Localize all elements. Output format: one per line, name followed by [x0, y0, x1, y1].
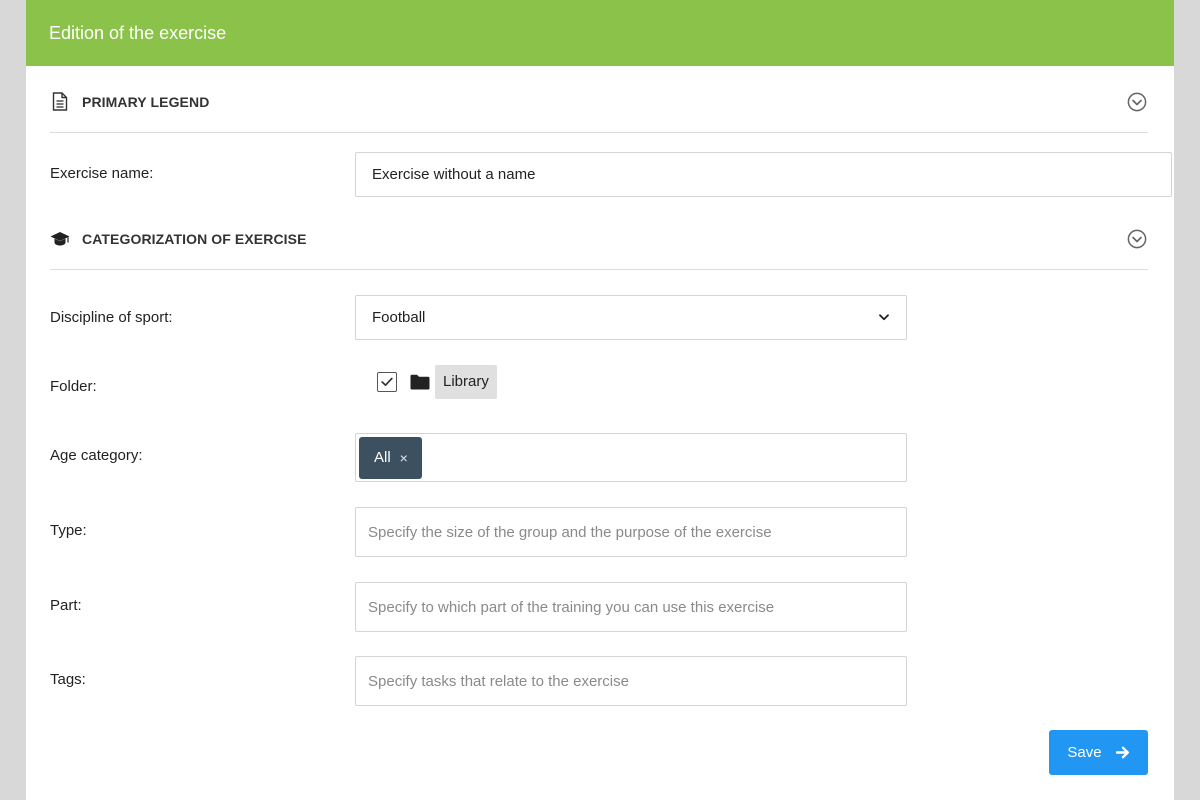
chevron-circle-down-icon[interactable]	[1126, 91, 1148, 113]
part-input[interactable]	[355, 582, 907, 632]
field-age-category: Age category: All ×	[50, 433, 1148, 482]
document-icon	[50, 92, 70, 112]
field-folder: Folder: Library	[50, 364, 1148, 400]
section-categorization: CATEGORIZATION OF EXERCISE	[50, 208, 1148, 270]
chevron-down-icon	[878, 312, 890, 324]
section-title: PRIMARY LEGEND	[82, 93, 210, 110]
type-input[interactable]	[355, 507, 907, 557]
folder-name[interactable]: Library	[435, 365, 497, 399]
age-category-input[interactable]: All ×	[355, 433, 907, 482]
chip-remove-icon[interactable]: ×	[400, 450, 408, 466]
section-primary-legend: PRIMARY LEGEND	[50, 71, 1148, 133]
tags-label: Tags:	[50, 671, 86, 688]
folder-label: Folder:	[50, 378, 97, 395]
field-discipline: Discipline of sport: Football	[50, 295, 1148, 340]
section-title: CATEGORIZATION OF EXERCISE	[82, 230, 307, 247]
field-exercise-name: Exercise name:	[50, 152, 1172, 197]
arrow-right-icon	[1115, 746, 1130, 760]
graduation-cap-icon	[50, 229, 70, 249]
exercise-name-input[interactable]	[355, 152, 1172, 197]
field-part: Part:	[50, 582, 1148, 632]
chevron-circle-down-icon[interactable]	[1126, 228, 1148, 250]
field-type: Type:	[50, 507, 1148, 557]
discipline-select[interactable]: Football	[355, 295, 907, 340]
tags-input[interactable]	[355, 656, 907, 706]
field-tags: Tags:	[50, 656, 1148, 706]
exercise-edit-panel: Edition of the exercise PRIMARY LEGEND E…	[26, 0, 1174, 800]
page-title: Edition of the exercise	[49, 22, 227, 43]
discipline-selected-value: Football	[372, 309, 426, 326]
chip-label: All	[374, 449, 391, 466]
age-category-label: Age category:	[50, 447, 143, 464]
age-category-chip: All ×	[359, 436, 422, 479]
save-button-label: Save	[1067, 744, 1102, 761]
folder-checkbox[interactable]	[377, 372, 397, 392]
panel-header: Edition of the exercise	[26, 0, 1174, 66]
type-label: Type:	[50, 522, 87, 539]
part-label: Part:	[50, 597, 82, 614]
discipline-label: Discipline of sport:	[50, 309, 173, 326]
folder-tree-item: Library	[377, 365, 497, 399]
folder-icon	[409, 373, 431, 391]
exercise-name-label: Exercise name:	[50, 165, 154, 182]
save-button[interactable]: Save	[1049, 730, 1148, 775]
